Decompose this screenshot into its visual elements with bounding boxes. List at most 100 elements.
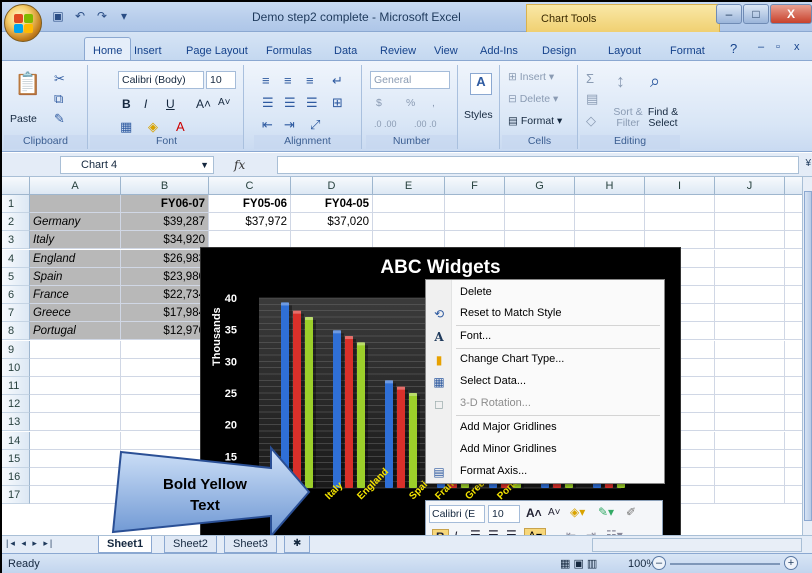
align-right-icon[interactable]: ☰: [306, 95, 318, 111]
column-header-j[interactable]: J: [715, 177, 785, 195]
cell[interactable]: [715, 377, 785, 395]
mini-grow-font-icon[interactable]: A˄: [526, 506, 542, 520]
copy-icon[interactable]: ⧉: [54, 91, 63, 107]
styles-button[interactable]: Styles: [464, 109, 493, 121]
row-header[interactable]: 3: [2, 231, 30, 250]
sheet-tab-sheet2[interactable]: Sheet2: [164, 536, 217, 553]
orientation-icon[interactable]: ⤢: [310, 117, 320, 133]
tab-add-ins[interactable]: Add-Ins: [480, 45, 518, 57]
value-cell[interactable]: $39,287: [121, 213, 209, 232]
redo-icon[interactable]: ↷: [94, 9, 110, 23]
mini-fill-color-icon[interactable]: ◈▾: [570, 505, 585, 519]
sheet-tab-sheet3[interactable]: Sheet3: [224, 536, 277, 553]
cell[interactable]: [715, 358, 785, 377]
country-cell[interactable]: England: [30, 249, 121, 268]
undo-icon[interactable]: ↶: [72, 9, 88, 23]
borders-icon[interactable]: ▦: [120, 119, 132, 135]
format-cells-button[interactable]: ▤ Format ▾: [508, 115, 562, 127]
column-label-cell[interactable]: [30, 195, 121, 213]
row-header[interactable]: 12: [2, 395, 30, 414]
value-cell[interactable]: $17,984: [121, 304, 209, 323]
cell[interactable]: [645, 195, 715, 213]
cell[interactable]: [30, 377, 121, 395]
customize-qat-icon[interactable]: ▾: [116, 9, 132, 23]
shrink-font-button[interactable]: A˅: [218, 97, 231, 108]
cell[interactable]: [785, 195, 802, 213]
fill-color-icon[interactable]: ◈: [148, 119, 158, 135]
column-header-k[interactable]: K: [785, 177, 802, 195]
cell[interactable]: [785, 322, 802, 341]
align-bottom-icon[interactable]: ≡: [306, 73, 314, 88]
close-button[interactable]: X: [770, 4, 812, 24]
cell[interactable]: [445, 195, 505, 213]
cell[interactable]: [445, 213, 505, 232]
row-header[interactable]: 2: [2, 213, 30, 232]
row-header[interactable]: 15: [2, 449, 30, 468]
bold-button[interactable]: B: [122, 97, 131, 111]
value-cell[interactable]: $37,972: [209, 213, 291, 232]
cell[interactable]: [121, 413, 209, 432]
cell[interactable]: [785, 359, 802, 377]
cell[interactable]: [715, 304, 785, 323]
merge-center-icon[interactable]: ⊞: [332, 95, 343, 111]
center-icon[interactable]: ☰: [284, 95, 296, 111]
select-all-corner[interactable]: [2, 177, 30, 195]
workbook-close-icon[interactable]: x: [794, 41, 800, 53]
increase-decimal-button[interactable]: .0 .00: [374, 119, 397, 129]
cell[interactable]: [715, 249, 785, 268]
wrap-text-icon[interactable]: ↵: [332, 73, 343, 89]
insert-function-icon[interactable]: fx: [234, 158, 245, 172]
column-header-g[interactable]: G: [505, 177, 575, 195]
zoom-in-button[interactable]: +: [784, 556, 798, 570]
view-buttons[interactable]: ▦ ▣ ▥: [560, 557, 597, 570]
cell[interactable]: [373, 195, 445, 213]
cell[interactable]: [715, 195, 785, 213]
tab-insert[interactable]: Insert: [134, 45, 162, 57]
tab-review[interactable]: Review: [380, 45, 416, 57]
ribbon-minimize-icon[interactable]: –: [758, 41, 764, 53]
mini-font-combo[interactable]: Calibri (E: [429, 505, 485, 523]
column-header-d[interactable]: D: [291, 177, 373, 195]
cell[interactable]: [121, 395, 209, 414]
cell[interactable]: [715, 449, 785, 468]
menu-item-format-axis[interactable]: ▤ Format Axis...: [426, 461, 664, 483]
font-color-icon[interactable]: A: [176, 119, 185, 134]
format-painter-icon[interactable]: ✎: [54, 111, 65, 127]
cell[interactable]: [505, 195, 575, 213]
tab-formulas[interactable]: Formulas: [266, 45, 312, 57]
value-cell[interactable]: $34,920: [121, 231, 209, 250]
horizontal-scrollbar[interactable]: [592, 538, 802, 552]
percent-button[interactable]: %: [406, 97, 415, 109]
increase-indent-icon[interactable]: ⇥: [284, 117, 295, 133]
help-icon[interactable]: ?: [730, 41, 737, 56]
row-header[interactable]: 6: [2, 286, 30, 304]
sort-filter-icon[interactable]: ↕: [616, 71, 625, 92]
cell[interactable]: [785, 450, 802, 468]
cell[interactable]: [715, 286, 785, 304]
value-cell[interactable]: $37,020: [291, 213, 373, 232]
cell[interactable]: [715, 340, 785, 359]
cell[interactable]: [785, 468, 802, 486]
cell[interactable]: [373, 213, 445, 232]
tab-view[interactable]: View: [434, 45, 458, 57]
cell[interactable]: [785, 395, 802, 414]
find-select-button[interactable]: Find & Select: [646, 107, 680, 129]
align-left-icon[interactable]: ☰: [262, 95, 274, 111]
zoom-out-button[interactable]: –: [652, 556, 666, 570]
column-header-a[interactable]: A: [30, 177, 121, 195]
cell[interactable]: [715, 213, 785, 232]
insert-sheet-icon[interactable]: ✱: [284, 536, 311, 553]
zoom-slider[interactable]: [670, 563, 780, 565]
vertical-scrollbar[interactable]: [802, 177, 812, 535]
number-format-combo[interactable]: General: [370, 71, 450, 89]
autosum-button[interactable]: Σ: [586, 71, 594, 86]
italic-button[interactable]: I: [144, 97, 147, 111]
column-label-cell[interactable]: FY06-07: [121, 195, 209, 213]
mini-size-combo[interactable]: 10: [488, 505, 520, 523]
vertical-scroll-thumb[interactable]: [804, 191, 812, 521]
row-header[interactable]: 7: [2, 304, 30, 323]
cell[interactable]: [575, 195, 645, 213]
tab-data[interactable]: Data: [334, 45, 357, 57]
cell[interactable]: [715, 431, 785, 450]
cell[interactable]: [30, 413, 121, 432]
